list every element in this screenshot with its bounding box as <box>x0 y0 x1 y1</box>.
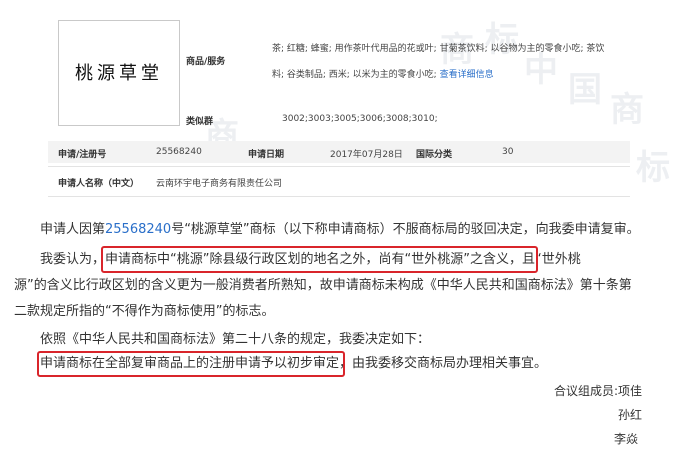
p4-rest: ，由我委移交商标局办理相关事宜。 <box>339 356 548 371</box>
row-divider <box>48 166 630 167</box>
card-bottom-border <box>48 196 630 197</box>
applicant-label: 申请人名称（中文） <box>58 179 140 189</box>
similar-group-label: 类似群 <box>186 117 214 127</box>
p1-suffix: 号“桃源草堂”商标（以下称申请商标）不服商标局的驳回决定，向我委申请复审。 <box>171 222 640 237</box>
panel-member-2: 孙红 <box>618 408 643 422</box>
reg-no-value: 25568240 <box>156 147 202 157</box>
goods-line-1: 茶; 红糖; 蜂蜜; 用作茶叶代用品的花或叶; 甘菊茶饮料; 以谷物为主的零食小… <box>272 44 605 54</box>
p1-prefix: 申请人因第 <box>40 222 106 237</box>
paragraph-2-line-2: 源”的含义比行政区划的含义更为一般消费者所熟知，故申请商标未构成《中华人民共和国… <box>14 278 632 293</box>
goods-line-2: 料; 谷类制品; 西米; 以米为主的零食小吃; <box>272 70 437 80</box>
watermark-char: 标 <box>636 148 670 188</box>
panel-members-label: 合议组成员:项佳 <box>554 384 643 398</box>
application-number: 25568240 <box>105 222 172 237</box>
goods-label: 商品/服务 <box>186 57 226 67</box>
trademark-info-card: 商 标 中 国 商 标 商 桃源草堂 商品/服务 茶; 红糖; 蜂蜜; 用作茶叶… <box>0 0 681 200</box>
trademark-logo: 桃源草堂 <box>58 20 180 126</box>
panel-member-3: 李焱 <box>614 432 639 446</box>
highlight-box-2 <box>37 351 345 377</box>
apply-date-label: 申请日期 <box>248 150 285 160</box>
watermark-char: 商 <box>610 90 644 130</box>
goods-more-link[interactable]: 查看详细信息 <box>440 70 494 80</box>
trademark-logo-text: 桃源草堂 <box>75 63 163 84</box>
p2-line1-a: 我委认为， <box>40 252 106 267</box>
intl-class-label: 国际分类 <box>416 150 453 160</box>
paragraph-2-line-3: 二款规定所指的“不得作为商标使用”的标志。 <box>14 304 275 319</box>
apply-date-value: 2017年07月28日 <box>330 150 403 160</box>
watermark-char: 国 <box>568 70 602 110</box>
reg-no-label: 申请/注册号 <box>58 150 107 160</box>
paragraph-1: 申请人因第25568240号“桃源草堂”商标（以下称申请商标）不服商标局的驳回决… <box>40 220 680 240</box>
paragraph-3: 依照《中华人民共和国商标法》第二十八条的规定，我委决定如下： <box>40 332 431 347</box>
goods-line-2-wrap: 料; 谷类制品; 西米; 以米为主的零食小吃; 查看详细信息 <box>272 67 494 80</box>
similar-group-value: 3002;3003;3005;3006;3008;3010; <box>282 114 438 124</box>
applicant-value: 云南环宇电子商务有限责任公司 <box>156 179 283 189</box>
highlight-box-1 <box>101 246 538 273</box>
intl-class-value: 30 <box>502 147 514 157</box>
